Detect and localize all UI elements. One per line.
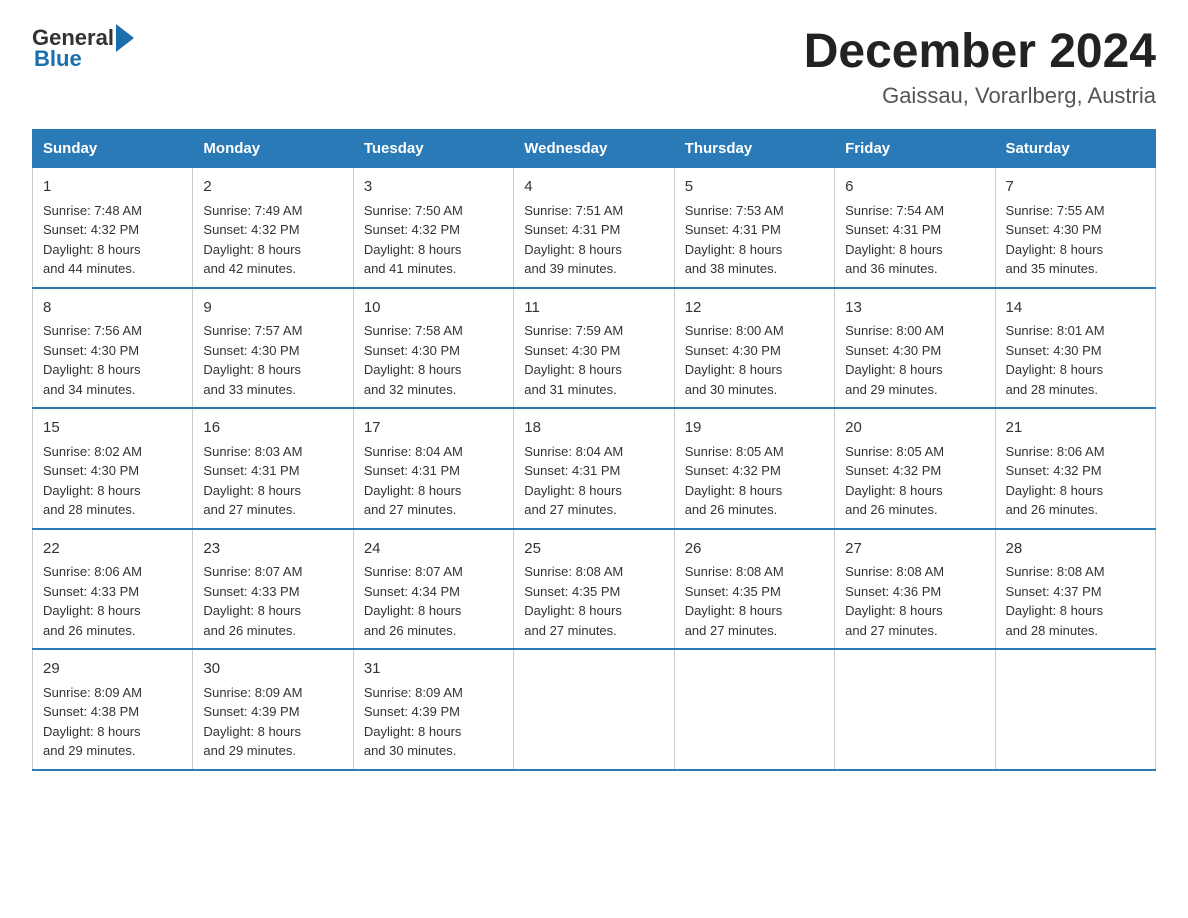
calendar-cell: 10Sunrise: 7:58 AMSunset: 4:30 PMDayligh… — [353, 288, 513, 409]
day-number: 24 — [364, 538, 503, 561]
calendar-cell: 13Sunrise: 8:00 AMSunset: 4:30 PMDayligh… — [835, 288, 995, 409]
day-number: 27 — [845, 538, 984, 561]
calendar-cell: 1Sunrise: 7:48 AMSunset: 4:32 PMDaylight… — [33, 168, 193, 288]
calendar-cell: 7Sunrise: 7:55 AMSunset: 4:30 PMDaylight… — [995, 168, 1155, 288]
day-number: 31 — [364, 658, 503, 681]
calendar-cell: 26Sunrise: 8:08 AMSunset: 4:35 PMDayligh… — [674, 529, 834, 650]
logo-blue: Blue — [34, 46, 134, 72]
column-header-tuesday: Tuesday — [353, 130, 513, 168]
calendar-table: SundayMondayTuesdayWednesdayThursdayFrid… — [32, 129, 1156, 771]
day-number: 18 — [524, 417, 663, 440]
calendar-cell: 3Sunrise: 7:50 AMSunset: 4:32 PMDaylight… — [353, 168, 513, 288]
page-header: General Blue December 2024 Gaissau, Vora… — [32, 24, 1156, 109]
calendar-cell: 11Sunrise: 7:59 AMSunset: 4:30 PMDayligh… — [514, 288, 674, 409]
calendar-cell: 21Sunrise: 8:06 AMSunset: 4:32 PMDayligh… — [995, 408, 1155, 529]
day-number: 22 — [43, 538, 182, 561]
calendar-cell: 14Sunrise: 8:01 AMSunset: 4:30 PMDayligh… — [995, 288, 1155, 409]
calendar-cell: 25Sunrise: 8:08 AMSunset: 4:35 PMDayligh… — [514, 529, 674, 650]
day-number: 30 — [203, 658, 342, 681]
calendar-cell: 22Sunrise: 8:06 AMSunset: 4:33 PMDayligh… — [33, 529, 193, 650]
day-number: 16 — [203, 417, 342, 440]
calendar-cell: 5Sunrise: 7:53 AMSunset: 4:31 PMDaylight… — [674, 168, 834, 288]
day-number: 9 — [203, 297, 342, 320]
calendar-cell: 8Sunrise: 7:56 AMSunset: 4:30 PMDaylight… — [33, 288, 193, 409]
day-number: 17 — [364, 417, 503, 440]
calendar-cell: 30Sunrise: 8:09 AMSunset: 4:39 PMDayligh… — [193, 649, 353, 770]
day-number: 3 — [364, 176, 503, 199]
calendar-cell — [995, 649, 1155, 770]
day-number: 15 — [43, 417, 182, 440]
calendar-cell: 16Sunrise: 8:03 AMSunset: 4:31 PMDayligh… — [193, 408, 353, 529]
day-number: 5 — [685, 176, 824, 199]
calendar-cell — [835, 649, 995, 770]
column-header-sunday: Sunday — [33, 130, 193, 168]
calendar-cell — [674, 649, 834, 770]
day-number: 12 — [685, 297, 824, 320]
day-number: 6 — [845, 176, 984, 199]
calendar-week-row: 15Sunrise: 8:02 AMSunset: 4:30 PMDayligh… — [33, 408, 1156, 529]
day-number: 8 — [43, 297, 182, 320]
calendar-cell: 24Sunrise: 8:07 AMSunset: 4:34 PMDayligh… — [353, 529, 513, 650]
day-number: 2 — [203, 176, 342, 199]
day-number: 21 — [1006, 417, 1145, 440]
day-number: 29 — [43, 658, 182, 681]
day-number: 13 — [845, 297, 984, 320]
page-title: December 2024 — [804, 24, 1156, 79]
column-header-saturday: Saturday — [995, 130, 1155, 168]
calendar-cell: 6Sunrise: 7:54 AMSunset: 4:31 PMDaylight… — [835, 168, 995, 288]
calendar-cell: 9Sunrise: 7:57 AMSunset: 4:30 PMDaylight… — [193, 288, 353, 409]
day-number: 11 — [524, 297, 663, 320]
day-number: 23 — [203, 538, 342, 561]
title-block: December 2024 Gaissau, Vorarlberg, Austr… — [804, 24, 1156, 109]
calendar-header-row: SundayMondayTuesdayWednesdayThursdayFrid… — [33, 130, 1156, 168]
page-subtitle: Gaissau, Vorarlberg, Austria — [804, 83, 1156, 109]
day-number: 25 — [524, 538, 663, 561]
column-header-friday: Friday — [835, 130, 995, 168]
logo: General Blue — [32, 24, 134, 72]
day-number: 28 — [1006, 538, 1145, 561]
calendar-cell: 19Sunrise: 8:05 AMSunset: 4:32 PMDayligh… — [674, 408, 834, 529]
day-number: 1 — [43, 176, 182, 199]
day-number: 7 — [1006, 176, 1145, 199]
column-header-monday: Monday — [193, 130, 353, 168]
column-header-wednesday: Wednesday — [514, 130, 674, 168]
calendar-cell: 29Sunrise: 8:09 AMSunset: 4:38 PMDayligh… — [33, 649, 193, 770]
calendar-cell: 27Sunrise: 8:08 AMSunset: 4:36 PMDayligh… — [835, 529, 995, 650]
calendar-week-row: 22Sunrise: 8:06 AMSunset: 4:33 PMDayligh… — [33, 529, 1156, 650]
calendar-cell: 4Sunrise: 7:51 AMSunset: 4:31 PMDaylight… — [514, 168, 674, 288]
day-number: 14 — [1006, 297, 1145, 320]
calendar-cell: 31Sunrise: 8:09 AMSunset: 4:39 PMDayligh… — [353, 649, 513, 770]
calendar-cell — [514, 649, 674, 770]
column-header-thursday: Thursday — [674, 130, 834, 168]
calendar-cell: 28Sunrise: 8:08 AMSunset: 4:37 PMDayligh… — [995, 529, 1155, 650]
calendar-week-row: 1Sunrise: 7:48 AMSunset: 4:32 PMDaylight… — [33, 168, 1156, 288]
day-number: 4 — [524, 176, 663, 199]
day-number: 26 — [685, 538, 824, 561]
calendar-cell: 18Sunrise: 8:04 AMSunset: 4:31 PMDayligh… — [514, 408, 674, 529]
calendar-cell: 17Sunrise: 8:04 AMSunset: 4:31 PMDayligh… — [353, 408, 513, 529]
day-number: 10 — [364, 297, 503, 320]
calendar-cell: 15Sunrise: 8:02 AMSunset: 4:30 PMDayligh… — [33, 408, 193, 529]
day-number: 20 — [845, 417, 984, 440]
calendar-week-row: 29Sunrise: 8:09 AMSunset: 4:38 PMDayligh… — [33, 649, 1156, 770]
calendar-cell: 2Sunrise: 7:49 AMSunset: 4:32 PMDaylight… — [193, 168, 353, 288]
calendar-week-row: 8Sunrise: 7:56 AMSunset: 4:30 PMDaylight… — [33, 288, 1156, 409]
calendar-cell: 20Sunrise: 8:05 AMSunset: 4:32 PMDayligh… — [835, 408, 995, 529]
calendar-cell: 23Sunrise: 8:07 AMSunset: 4:33 PMDayligh… — [193, 529, 353, 650]
day-number: 19 — [685, 417, 824, 440]
calendar-cell: 12Sunrise: 8:00 AMSunset: 4:30 PMDayligh… — [674, 288, 834, 409]
